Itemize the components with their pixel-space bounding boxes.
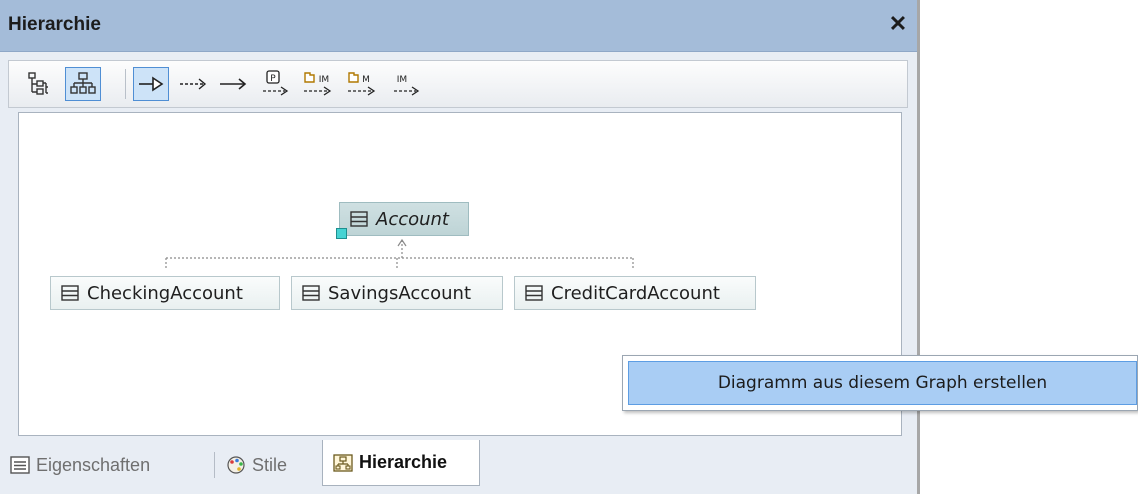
svg-text:IM: IM xyxy=(397,75,407,85)
tab-stile[interactable]: Stile xyxy=(226,444,287,486)
generalizations-button[interactable] xyxy=(133,67,169,101)
panel-titlebar: Hierarchie ✕ xyxy=(0,0,917,52)
tab-hierarchie[interactable]: Hierarchie xyxy=(322,440,480,486)
svg-text:M: M xyxy=(362,75,370,85)
show-package-imports-icon: P xyxy=(263,70,289,96)
panel-title: Hierarchie xyxy=(8,14,101,35)
tab-eigenschaften[interactable]: Eigenschaften xyxy=(10,444,150,486)
tree-view-button[interactable] xyxy=(23,67,57,101)
svg-text:P: P xyxy=(270,74,276,84)
panel-tabs: Eigenschaften Stile Hierarchie xyxy=(0,438,917,494)
tab-label: Hierarchie xyxy=(359,452,448,472)
hierarchy-panel: Hierarchie ✕ P IM M IM Account CheckingA… xyxy=(0,0,918,494)
graph-view-button[interactable] xyxy=(65,67,101,101)
class-node-checking-account[interactable]: CheckingAccount xyxy=(50,276,280,310)
show-dependencies-icon xyxy=(180,78,207,90)
properties-icon xyxy=(10,456,30,474)
palette-icon xyxy=(227,456,245,474)
show-tree-view-icon xyxy=(28,72,48,95)
associations-button[interactable] xyxy=(215,67,251,101)
imports-button[interactable]: IM xyxy=(389,67,425,101)
package-merges-button[interactable]: M xyxy=(343,67,383,101)
class-node-credit-card-account[interactable]: CreditCardAccount xyxy=(514,276,756,310)
dependencies-button[interactable] xyxy=(175,67,211,101)
show-package-merges-icon: M xyxy=(348,72,376,96)
package-imports-button[interactable]: P xyxy=(257,67,295,101)
tab-label: Eigenschaften xyxy=(36,454,151,475)
close-button[interactable]: ✕ xyxy=(887,12,909,36)
show-element-imports-icon: IM xyxy=(304,72,332,96)
class-name: CheckingAccount xyxy=(87,282,243,304)
class-icon xyxy=(350,211,368,227)
hierarchy-icon xyxy=(333,453,353,472)
toolbar: P IM M IM xyxy=(8,60,908,108)
show-associations-icon xyxy=(220,78,247,90)
tab-label: Stile xyxy=(252,454,288,475)
class-icon xyxy=(61,285,79,301)
class-icon xyxy=(525,285,543,301)
class-name: CreditCardAccount xyxy=(551,282,720,304)
class-name: Account xyxy=(376,208,449,230)
show-graph-view-icon xyxy=(70,72,96,94)
toolbar-separator xyxy=(125,69,126,99)
svg-text:IM: IM xyxy=(319,75,329,85)
class-name: SavingsAccount xyxy=(328,282,471,304)
create-diagram-from-graph-menu-item[interactable]: Diagramm aus diesem Graph erstellen xyxy=(628,361,1137,405)
tab-separator xyxy=(214,452,215,478)
context-menu: Diagramm aus diesem Graph erstellen xyxy=(622,355,1138,411)
show-imports-icon: IM xyxy=(394,75,420,96)
show-generalizations-icon xyxy=(139,76,164,92)
selection-handle[interactable] xyxy=(336,228,347,239)
class-icon xyxy=(302,285,320,301)
panel-right-border xyxy=(917,0,920,494)
element-imports-button[interactable]: IM xyxy=(299,67,339,101)
class-node-account[interactable]: Account xyxy=(336,202,469,239)
class-node-savings-account[interactable]: SavingsAccount xyxy=(291,276,503,310)
